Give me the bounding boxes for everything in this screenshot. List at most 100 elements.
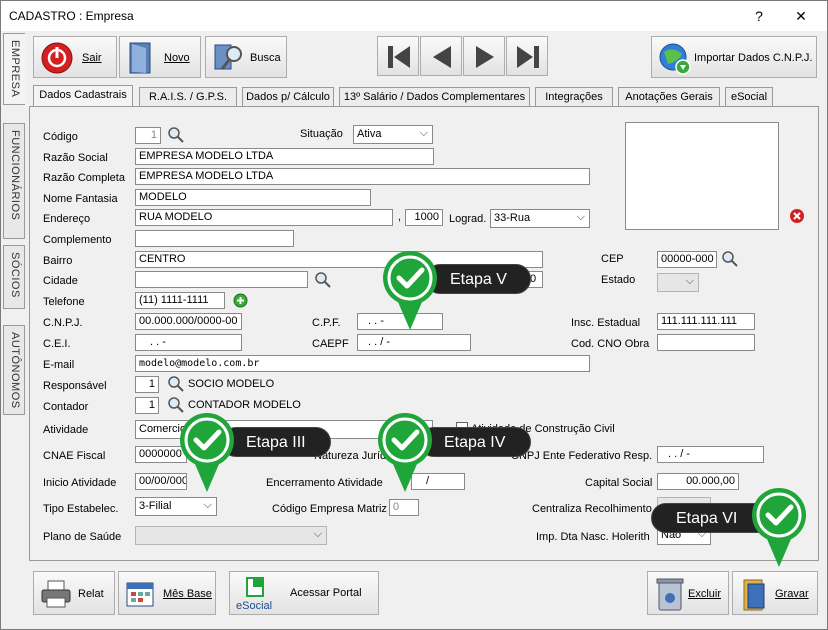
gravar-label: Gravar	[775, 588, 809, 600]
side-tab-autonomos[interactable]: AUTÔNOMOS	[3, 325, 25, 415]
globe-download-icon	[659, 43, 691, 75]
check-badge-icon	[378, 413, 432, 492]
check-badge-icon	[180, 413, 234, 492]
delete-logo-icon[interactable]	[789, 208, 805, 224]
side-tab-empresa[interactable]: EMPRESA	[3, 33, 25, 105]
ente-federativo-input[interactable]: . . / -	[657, 446, 764, 463]
next-icon	[476, 46, 494, 68]
excluir-label: Excluir	[688, 588, 722, 600]
relat-label: Relat	[78, 588, 104, 600]
importar-cnpj-button[interactable]: Importar Dados C.N.P.J.	[651, 36, 817, 78]
razao-social-input[interactable]: EMPRESA MODELO LTDA	[135, 148, 434, 165]
tab-esocial[interactable]: eSocial	[725, 87, 773, 107]
capital-social-input[interactable]: 00.000,00	[657, 473, 739, 490]
help-button[interactable]: ?	[746, 5, 772, 27]
esocial-logo-text: eSocial	[236, 600, 273, 612]
cod-matriz-label: Código Empresa Matriz	[272, 503, 387, 515]
complemento-input[interactable]	[135, 230, 294, 247]
tipo-estabelec-select[interactable]: 3-Filial ⌵	[135, 497, 217, 516]
chevron-down-icon: ⌵	[576, 211, 585, 223]
situacao-label: Situação	[300, 128, 343, 140]
email-input[interactable]: modelo@modelo.com.br	[135, 355, 590, 372]
razao-social-label: Razão Social	[43, 152, 108, 164]
mes-base-label: Mês Base	[163, 588, 212, 600]
cno-label: Cod. CNO Obra	[571, 338, 650, 350]
chevron-down-icon: ⌵	[203, 499, 212, 511]
esocial-logo-icon	[246, 577, 264, 597]
cei-label: C.E.I.	[43, 338, 71, 350]
lograd-select[interactable]: 33-Rua ⌵	[490, 209, 590, 228]
atividade-label: Atividade	[43, 424, 89, 436]
responsavel-label: Responsável	[43, 380, 107, 392]
cnpj-input[interactable]: 00.000.000/0000-00	[135, 313, 242, 330]
bairro-label: Bairro	[43, 255, 73, 267]
excluir-button[interactable]: Excluir	[647, 571, 729, 615]
relat-button[interactable]: Relat	[33, 571, 115, 615]
side-tab-funcionarios[interactable]: FUNCIONÁRIOS	[3, 123, 25, 239]
tab-13-salario[interactable]: 13º Salário / Dados Complementares	[339, 87, 530, 107]
endereco-label: Endereço	[43, 213, 91, 225]
contador-codigo-input[interactable]: 1	[135, 397, 159, 414]
numero-input[interactable]: 1000	[405, 209, 443, 226]
first-record-button[interactable]	[377, 36, 419, 76]
cno-input[interactable]	[657, 334, 755, 351]
busca-button[interactable]: Busca	[205, 36, 287, 78]
importar-label: Importar Dados C.N.P.J.	[694, 52, 813, 64]
imp-dta-label: Imp. Dta Nasc. Holerith	[536, 531, 650, 543]
codigo-input[interactable]: 1	[135, 127, 161, 144]
estado-select[interactable]: ⌵	[657, 273, 699, 292]
cidade-input[interactable]	[135, 271, 308, 288]
contador-nome: CONTADOR MODELO	[188, 399, 301, 411]
cei-input[interactable]: . . -	[135, 334, 242, 351]
close-button[interactable]: ✕	[788, 5, 814, 27]
previous-record-button[interactable]	[420, 36, 462, 76]
next-record-button[interactable]	[463, 36, 505, 76]
email-label: E-mail	[43, 359, 75, 371]
search-cep-icon[interactable]	[721, 250, 739, 268]
caepf-label: CAEPF	[312, 338, 349, 350]
search-responsavel-icon[interactable]	[167, 375, 185, 393]
cod-matriz-input[interactable]: 0	[389, 499, 419, 516]
add-phone-icon[interactable]	[233, 293, 248, 308]
sair-button[interactable]: Sair	[33, 36, 117, 78]
telefone-input[interactable]: (11) 1111-1111	[135, 292, 225, 309]
tab-rais-gps[interactable]: R.A.I.S. / G.P.S.	[139, 87, 237, 107]
insc-estadual-input[interactable]: 111.111.111.111	[657, 313, 755, 330]
search-icon	[214, 44, 242, 70]
search-codigo-icon[interactable]	[167, 126, 185, 144]
tab-dados-calculo[interactable]: Dados p/ Cálculo	[242, 87, 334, 107]
capital-social-label: Capital Social	[585, 477, 653, 489]
situacao-select[interactable]: Ativa ⌵	[353, 125, 433, 144]
novo-button[interactable]: Novo	[119, 36, 201, 78]
razao-completa-label: Razão Completa	[43, 172, 125, 184]
endereco-input[interactable]: RUA MODELO	[135, 209, 393, 226]
cep-input[interactable]: 00000-000	[657, 251, 717, 268]
mes-base-button[interactable]: Mês Base	[118, 571, 216, 615]
razao-completa-input[interactable]: EMPRESA MODELO LTDA	[135, 168, 590, 185]
tab-anotacoes[interactable]: Anotações Gerais	[618, 87, 720, 107]
side-tab-socios[interactable]: SÓCIOS	[3, 245, 25, 309]
printer-icon	[41, 580, 71, 608]
gravar-button[interactable]: Gravar	[732, 571, 818, 615]
plano-saude-select[interactable]: ⌵	[135, 526, 327, 545]
chevron-down-icon: ⌵	[313, 528, 322, 540]
callout-etapa-iii: Etapa III	[221, 427, 331, 457]
nome-fantasia-input[interactable]: MODELO	[135, 189, 371, 206]
previous-icon	[433, 46, 451, 68]
tab-integracoes[interactable]: Integrações	[535, 87, 613, 107]
logo-image-box[interactable]	[625, 122, 779, 230]
acessar-portal-button[interactable]: eSocial Acessar Portal	[229, 571, 379, 615]
tab-dados-cadastrais[interactable]: Dados Cadastrais	[33, 85, 133, 107]
caepf-input[interactable]: . . / -	[357, 334, 471, 351]
responsavel-codigo-input[interactable]: 1	[135, 376, 159, 393]
last-record-button[interactable]	[506, 36, 548, 76]
search-cidade-icon[interactable]	[314, 271, 332, 289]
title-bar: CADASTRO : Empresa ? ✕	[1, 1, 827, 31]
check-badge-icon	[383, 251, 437, 330]
complemento-label: Complemento	[43, 234, 112, 246]
trash-icon	[656, 578, 684, 611]
chevron-down-icon: ⌵	[419, 127, 428, 139]
cpf-label: C.P.F.	[312, 317, 341, 329]
acessar-portal-label: Acessar Portal	[290, 587, 362, 599]
insc-estadual-label: Insc. Estadual	[571, 317, 641, 329]
